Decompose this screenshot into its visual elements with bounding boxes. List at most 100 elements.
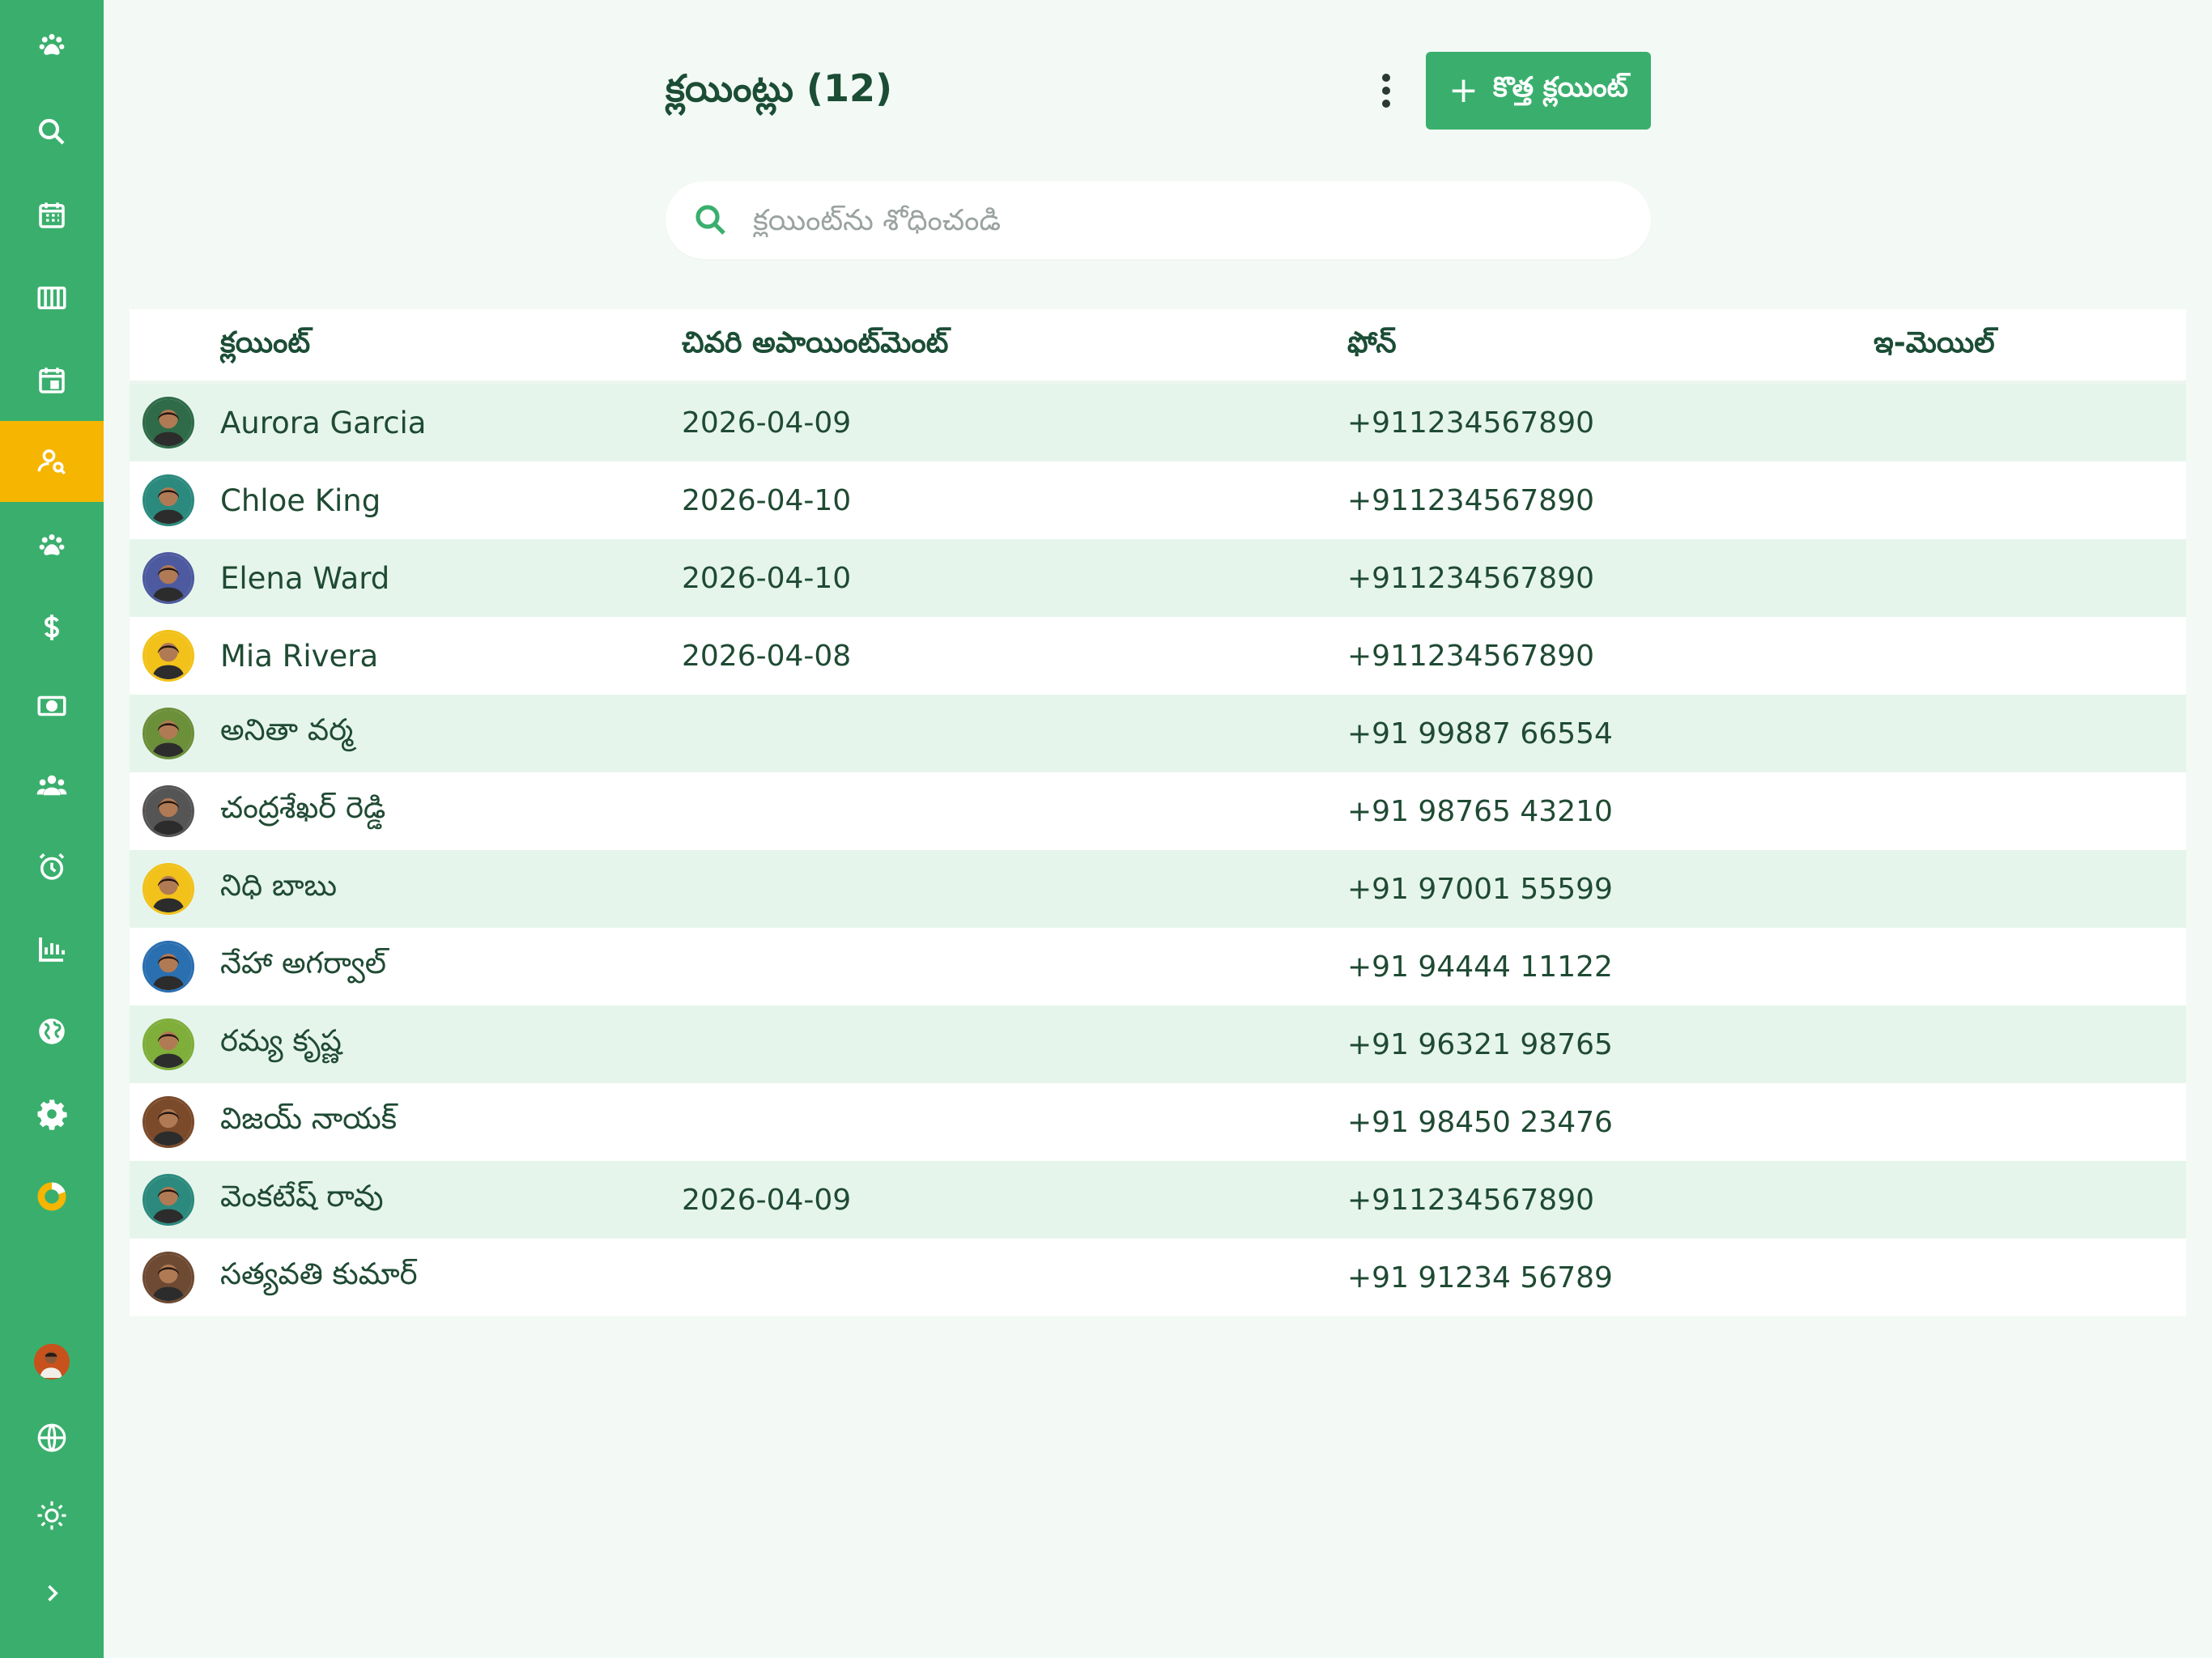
gear-icon xyxy=(37,1099,67,1130)
phone: +91 94444 11122 xyxy=(1347,950,1613,984)
client-name: అనితా వర్మ xyxy=(220,712,354,747)
paw-icon xyxy=(39,534,65,555)
client-name: Mia Rivera xyxy=(220,638,379,674)
phone: +911234567890 xyxy=(1347,561,1595,595)
sidebar-item-calendar[interactable] xyxy=(0,175,104,256)
column-header-email[interactable]: ఇ-మెయిల్ xyxy=(1874,309,1995,384)
donut-icon xyxy=(37,1182,66,1211)
avatar xyxy=(143,1252,194,1303)
client-name: వెంకటేష్ రావు xyxy=(220,1179,384,1214)
table-body: Aurora Garcia 2026-04-09 +911234567890 Chlo… xyxy=(130,384,2186,1316)
sidebar-theme-button[interactable] xyxy=(0,1475,104,1556)
client-name: విజయ్ నాయక్ xyxy=(220,1101,398,1136)
sidebar-item-events[interactable] xyxy=(0,340,104,421)
search-input[interactable] xyxy=(753,203,1563,237)
avatar xyxy=(143,1096,194,1148)
avatar xyxy=(143,863,194,915)
bar-chart-icon xyxy=(39,937,65,962)
table-row[interactable]: సత్యవతి కుమార్ +91 91234 56789 xyxy=(130,1239,2186,1316)
table-row[interactable]: నిధి బాబు +91 97001 55599 xyxy=(130,850,2186,928)
table-header: క్లయింట్ చివరి అపాయింట్‌మెంట్ ఫోన్ ఇ-మెయ… xyxy=(130,309,2186,384)
phone: +91 98765 43210 xyxy=(1347,794,1613,828)
sidebar-expand-button[interactable] xyxy=(0,1553,104,1634)
sidebar-item-reminders[interactable] xyxy=(0,827,104,908)
table-row[interactable]: Chloe King 2026-04-10 +911234567890 xyxy=(130,461,2186,539)
more-options-button[interactable] xyxy=(1368,66,1404,115)
sidebar-item-clients[interactable] xyxy=(0,421,104,502)
column-header-client[interactable]: క్లయింట్ xyxy=(220,309,310,384)
sidebar-item-pricing[interactable] xyxy=(0,587,104,668)
globe-icon xyxy=(39,1018,65,1044)
new-client-label: కొత్త క్లయింట్ xyxy=(1492,71,1628,104)
last-appointment: 2026-04-10 xyxy=(682,483,852,517)
search-bar xyxy=(666,181,1651,259)
search-icon xyxy=(38,118,65,145)
sidebar-item-search[interactable] xyxy=(0,91,104,172)
page-title: క్లయింట్లు (12) xyxy=(666,66,892,110)
phone: +911234567890 xyxy=(1347,406,1595,440)
table-row[interactable]: Mia Rivera 2026-04-08 +911234567890 xyxy=(130,617,2186,695)
avatar xyxy=(143,708,194,759)
group-icon xyxy=(36,775,67,796)
sidebar-item-staff[interactable] xyxy=(0,745,104,826)
clients-table: క్లయింట్ చివరి అపాయింట్‌మెంట్ ఫోన్ ఇ-మెయ… xyxy=(130,309,2186,1316)
phone: +91 97001 55599 xyxy=(1347,872,1613,906)
search-icon xyxy=(696,205,725,235)
sidebar-item-reports[interactable] xyxy=(0,908,104,989)
table-row[interactable]: విజయ్ నాయక్ +91 98450 23476 xyxy=(130,1083,2186,1161)
last-appointment: 2026-04-10 xyxy=(682,561,852,595)
sidebar-item-home[interactable] xyxy=(0,5,104,86)
table-row[interactable]: Elena Ward 2026-04-10 +911234567890 xyxy=(130,539,2186,617)
avatar xyxy=(143,1174,194,1226)
dollar-icon xyxy=(44,614,59,640)
client-name: Chloe King xyxy=(220,483,381,518)
column-header-last-appointment[interactable]: చివరి అపాయింట్‌మెంట్ xyxy=(682,309,948,384)
cash-icon xyxy=(37,695,66,716)
sidebar-item-pets[interactable] xyxy=(0,505,104,586)
client-name: నేహా అగర్వాల్ xyxy=(220,946,386,980)
language-globe-icon xyxy=(37,1423,66,1452)
more-vertical-icon xyxy=(1382,74,1390,108)
sidebar-language-button[interactable] xyxy=(0,1397,104,1478)
avatar xyxy=(143,785,194,837)
calendar-grid-icon xyxy=(39,202,65,228)
client-name: Elena Ward xyxy=(220,560,390,596)
table-row[interactable]: రమ్య కృష్ణ +91 96321 98765 xyxy=(130,1005,2186,1083)
table-row[interactable]: వెంకటేష్ రావు 2026-04-09 +911234567890 xyxy=(130,1161,2186,1239)
phone: +91 91234 56789 xyxy=(1347,1261,1613,1295)
new-client-button[interactable]: + కొత్త క్లయింట్ xyxy=(1426,52,1651,130)
table-row[interactable]: Aurora Garcia 2026-04-09 +911234567890 xyxy=(130,384,2186,461)
phone: +911234567890 xyxy=(1347,1183,1595,1217)
person-search-icon xyxy=(37,449,66,475)
phone: +911234567890 xyxy=(1347,483,1595,517)
column-header-phone[interactable]: ఫోన్ xyxy=(1347,309,1397,384)
phone: +91 96321 98765 xyxy=(1347,1027,1613,1061)
client-name: రమ్య కృష్ణ xyxy=(220,1023,342,1058)
last-appointment: 2026-04-09 xyxy=(682,406,852,440)
avatar xyxy=(143,1018,194,1070)
last-appointment: 2026-04-09 xyxy=(682,1183,852,1217)
avatar xyxy=(143,397,194,449)
phone: +91 99887 66554 xyxy=(1347,716,1613,750)
table-row[interactable]: నేహా అగర్వాల్ +91 94444 11122 xyxy=(130,928,2186,1005)
avatar xyxy=(143,552,194,604)
table-row[interactable]: అనితా వర్మ +91 99887 66554 xyxy=(130,695,2186,772)
sidebar-user-avatar[interactable] xyxy=(0,1321,104,1402)
calendar-event-icon xyxy=(39,368,65,393)
sidebar-item-addons[interactable] xyxy=(0,1156,104,1237)
paw-icon xyxy=(39,34,65,55)
columns-icon xyxy=(37,287,66,309)
sidebar xyxy=(0,0,104,1658)
phone: +91 98450 23476 xyxy=(1347,1105,1613,1139)
client-name: సత్యవతి కుమార్ xyxy=(220,1256,418,1291)
sidebar-item-website[interactable] xyxy=(0,991,104,1072)
table-row[interactable]: చంద్రశేఖర్ రెడ్డి +91 98765 43210 xyxy=(130,772,2186,850)
avatar xyxy=(143,630,194,682)
client-name: Aurora Garcia xyxy=(220,405,427,440)
theme-sun-icon xyxy=(37,1501,66,1530)
sidebar-item-payments[interactable] xyxy=(0,665,104,746)
chevron-right-icon xyxy=(48,1585,58,1601)
sidebar-item-settings[interactable] xyxy=(0,1073,104,1154)
phone: +911234567890 xyxy=(1347,639,1595,673)
sidebar-item-board[interactable] xyxy=(0,257,104,338)
